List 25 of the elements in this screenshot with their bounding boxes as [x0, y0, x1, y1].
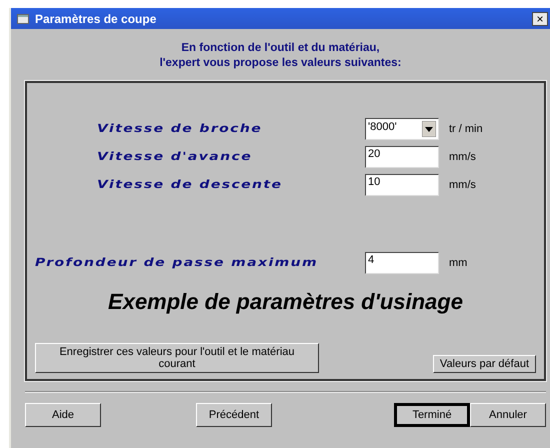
intro-text: l'expert vous propose les valeurs suivantes: — [158, 56, 402, 71]
input-field[interactable]: 4 — [365, 252, 439, 274]
unit-label: tr / min — [449, 123, 483, 135]
field-label: Vitesse de descente — [96, 178, 284, 192]
input-field[interactable]: 10 — [365, 174, 439, 196]
unit-label: mm/s — [449, 179, 476, 191]
dialog-button[interactable]: Terminé — [394, 403, 470, 427]
dropdown-field[interactable]: '8000' — [365, 118, 439, 140]
input-field[interactable]: 20 — [365, 146, 439, 168]
dialog-button[interactable]: Annuler — [470, 403, 546, 427]
window-title: Paramètres de coupe — [35, 12, 158, 26]
close-button[interactable]: × — [532, 12, 548, 26]
field-label: Vitesse de broche — [96, 122, 264, 136]
unit-label: mm/s — [449, 151, 476, 163]
caption-text: Exemple de paramètres d'usinage — [107, 289, 464, 315]
save-values-button[interactable]: Enregistrer ces valeurs pour l'outil et le matériau courant — [35, 343, 319, 373]
default-values-button[interactable]: Valeurs par défaut — [432, 355, 536, 373]
dropdown-arrow-icon — [422, 121, 436, 137]
unit-label: mm — [449, 257, 468, 269]
field-label: Vitesse d'avance — [96, 150, 254, 164]
field-label: Profondeur de passe maximum — [35, 256, 319, 270]
window-icon — [17, 14, 29, 24]
intro-text: En fonction de l'outil et du matériau, — [180, 41, 381, 56]
dialog-button[interactable]: Précédent — [196, 403, 272, 427]
dialog-button[interactable]: Aide — [25, 403, 101, 427]
